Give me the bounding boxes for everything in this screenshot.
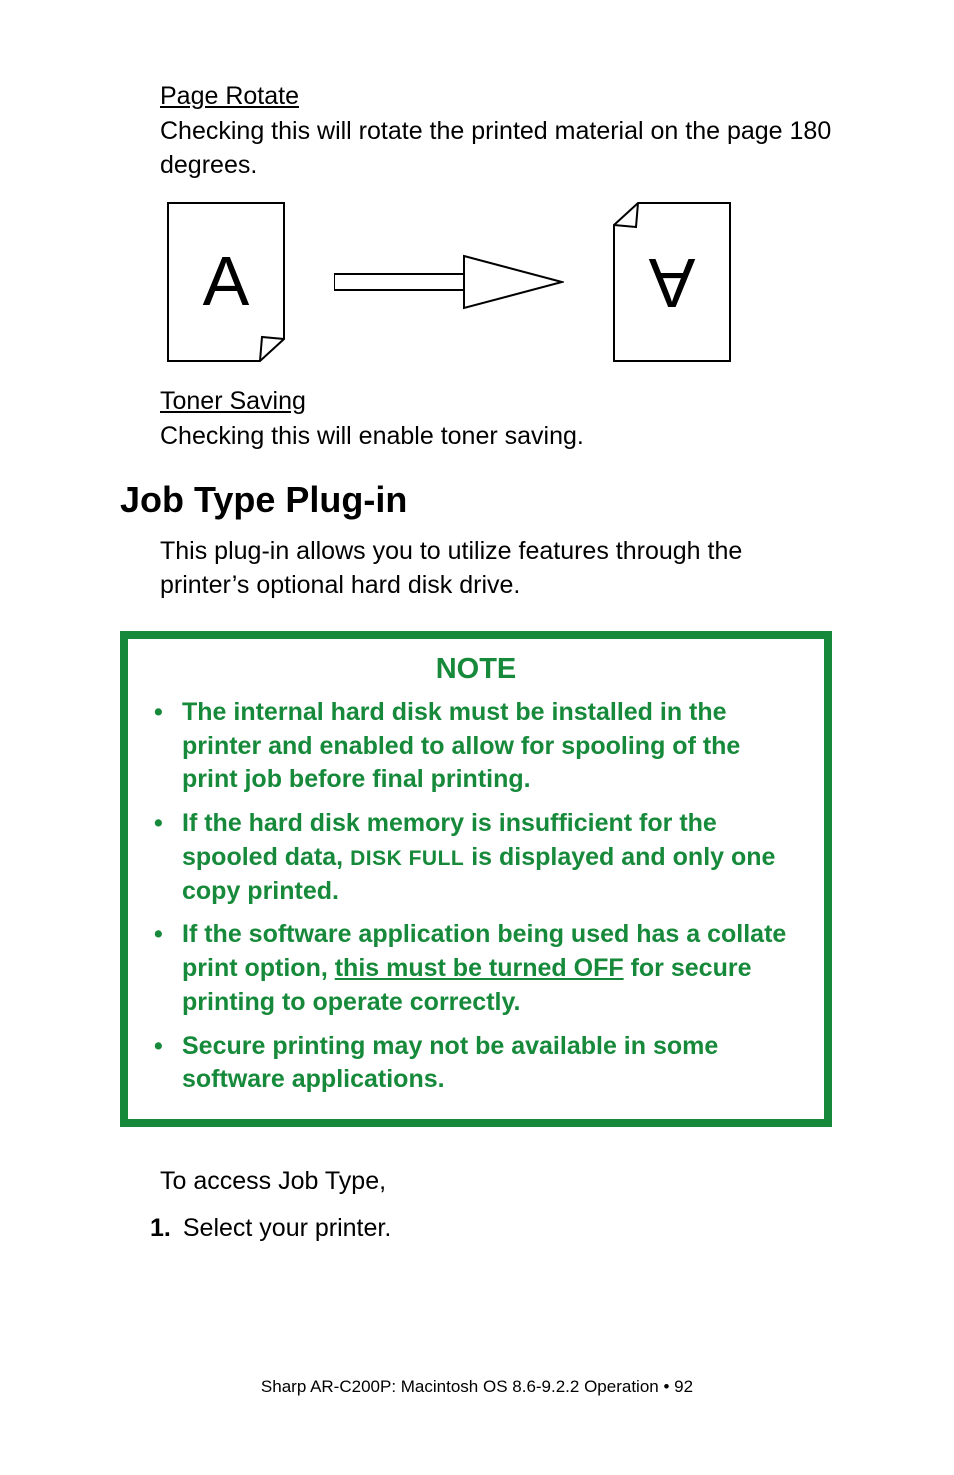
step-text: Select your printer. [183,1214,391,1243]
access-lead: To access Job Type, [160,1167,832,1196]
toner-saving-body: Checking this will enable toner saving. [160,420,832,454]
bullet-icon: • [154,918,164,1019]
note-text: If the software application being used h… [182,918,798,1019]
toner-saving-heading: Toner Saving [160,387,832,416]
sheet-right-icon: A [612,201,732,363]
step-number: 1. [150,1214,171,1243]
step-1: 1. Select your printer. [150,1214,832,1243]
note-box: NOTE • The internal hard disk must be in… [120,631,832,1127]
disk-full-label: DISK FULL [350,847,464,870]
note-item: • If the software application being used… [154,918,798,1019]
note-text: If the hard disk memory is insufficient … [182,807,798,908]
note-item: • The internal hard disk must be install… [154,696,798,797]
note-title: NOTE [154,653,798,686]
note-list: • The internal hard disk must be install… [154,696,798,1097]
page-rotate-heading: Page Rotate [160,82,832,111]
page-rotate-body: Checking this will rotate the printed ma… [160,115,832,183]
section-intro: This plug-in allows you to utilize featu… [160,535,832,603]
bullet-icon: • [154,696,164,797]
sheet-left-icon: A [166,201,286,363]
note-item: • Secure printing may not be available i… [154,1030,798,1098]
note-text: Secure printing may not be available in … [182,1030,798,1098]
note-item: • If the hard disk memory is insufficien… [154,807,798,908]
bullet-icon: • [154,1030,164,1098]
arrow-icon [334,252,564,312]
note-text: The internal hard disk must be installed… [182,696,798,797]
right-glyph: A [648,244,695,322]
section-title: Job Type Plug-in [120,479,832,521]
note-text-underline: this must be turned OFF [335,954,624,982]
page-footer: Sharp AR-C200P: Macintosh OS 8.6-9.2.2 O… [0,1377,954,1397]
bullet-icon: • [154,807,164,908]
rotate-diagram: A A [166,201,832,363]
left-glyph: A [203,242,250,320]
